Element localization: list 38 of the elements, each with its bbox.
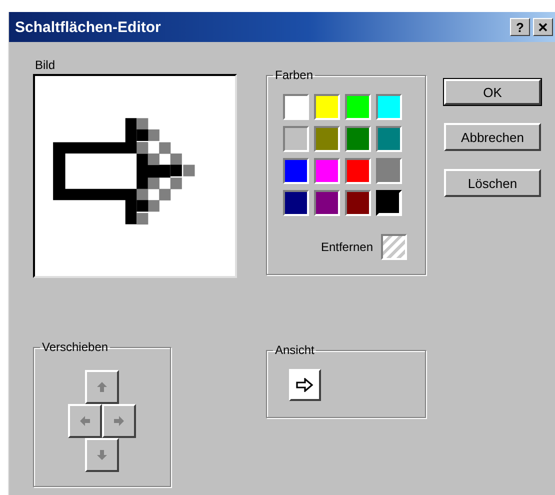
color-swatch[interactable] (283, 126, 309, 152)
color-swatch[interactable] (314, 94, 340, 120)
window-title: Schaltflächen-Editor (15, 18, 161, 36)
color-swatch[interactable] (376, 126, 402, 152)
arrow-right-icon (112, 414, 126, 428)
image-label: Bild (35, 58, 56, 72)
color-swatch[interactable] (314, 158, 340, 184)
color-swatch[interactable] (314, 190, 340, 216)
color-swatch[interactable] (283, 94, 309, 120)
group-label: Farben (274, 68, 314, 82)
color-swatch[interactable] (345, 126, 371, 152)
arrow-left-icon (78, 414, 92, 428)
color-swatch[interactable] (376, 94, 402, 120)
move-up-button[interactable] (85, 370, 119, 404)
color-swatch[interactable] (376, 158, 402, 184)
close-button[interactable]: ✕ (533, 18, 553, 36)
group-label: Ansicht (274, 343, 316, 357)
color-swatch[interactable] (376, 190, 402, 216)
color-swatch[interactable] (345, 190, 371, 216)
dialog-button[interactable]: Löschen (444, 169, 541, 197)
color-swatch[interactable] (345, 158, 371, 184)
arrow-down-icon (95, 448, 109, 462)
group-label: Verschieben (41, 340, 110, 354)
move-right-button[interactable] (102, 404, 136, 438)
remove-label: Entfernen (320, 240, 373, 254)
remove-color-swatch[interactable] (381, 234, 407, 260)
dialog-button[interactable]: OK (444, 79, 541, 105)
color-swatch[interactable] (283, 190, 309, 216)
arrow-right-icon (296, 378, 314, 392)
help-button[interactable]: ? (510, 18, 530, 36)
arrow-up-icon (95, 380, 109, 394)
preview-button[interactable] (289, 369, 321, 401)
move-down-button[interactable] (85, 438, 119, 472)
move-left-button[interactable] (68, 404, 102, 438)
dialog-button[interactable]: Abbrechen (444, 123, 541, 151)
color-swatch[interactable] (314, 126, 340, 152)
color-swatch[interactable] (283, 158, 309, 184)
color-swatch[interactable] (345, 94, 371, 120)
